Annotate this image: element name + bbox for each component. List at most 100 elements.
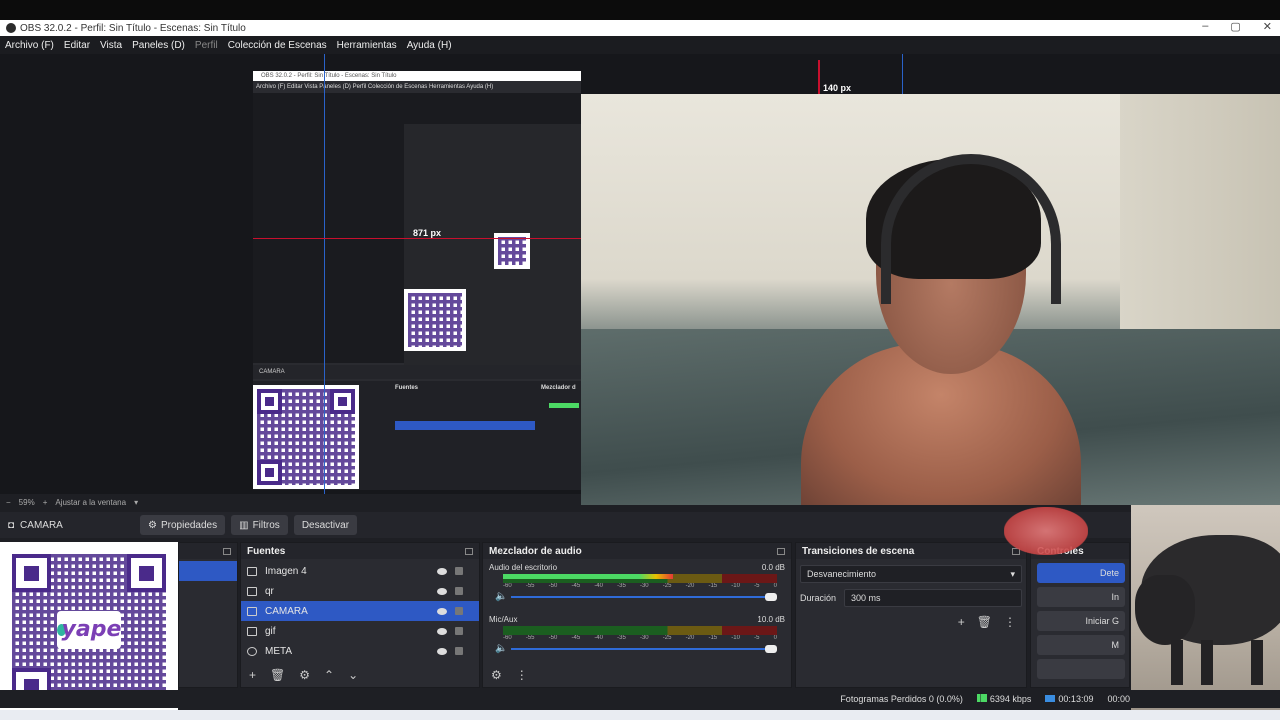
- lock-icon[interactable]: [455, 627, 463, 635]
- meter-tick: -10: [731, 635, 740, 641]
- settings-button[interactable]: [1037, 659, 1125, 679]
- dock-popout-icon[interactable]: [777, 547, 785, 555]
- nested-qr: [253, 385, 359, 489]
- deactivate-label: Desactivar: [301, 519, 350, 531]
- controls-dock: Controles Dete In Iniciar G M: [1030, 542, 1130, 688]
- window-title: OBS 32.0.2 - Perfil: Sin Título - Escena…: [20, 22, 246, 34]
- menu-bar: Archivo (F) Editar Vista Paneles (D) Per…: [0, 36, 1280, 54]
- more-icon[interactable]: ⋮: [1004, 615, 1016, 629]
- zoom-in-icon[interactable]: +: [43, 498, 48, 507]
- studio-mode-button[interactable]: M: [1037, 635, 1125, 655]
- speaker-icon[interactable]: 🔈: [495, 643, 507, 654]
- volume-slider[interactable]: 🔈: [495, 591, 777, 602]
- start-virtual-camera-button[interactable]: Iniciar G: [1037, 611, 1125, 631]
- nested-fuentes-title: Fuentes: [395, 385, 419, 391]
- menu-ayuda[interactable]: Ayuda (H): [407, 40, 452, 51]
- trash-icon[interactable]: 🗑: [270, 668, 285, 682]
- eye-icon[interactable]: [437, 607, 447, 615]
- eye-icon[interactable]: [437, 587, 447, 595]
- transition-select[interactable]: Desvanecimiento ▾: [800, 565, 1022, 583]
- source-toolbar: ◘ CAMARA ⚙ Propiedades ▥ Filtros Desacti…: [0, 512, 1280, 538]
- gear-icon[interactable]: ⚙: [491, 668, 502, 682]
- nested-source-bar: CAMARA: [253, 365, 581, 379]
- source-item[interactable]: Imagen 4: [241, 561, 479, 581]
- menu-perfil[interactable]: Perfil: [195, 40, 218, 51]
- menu-archivo[interactable]: Archivo (F): [5, 40, 54, 51]
- meter-tick: -5: [754, 635, 760, 641]
- chevron-up-icon[interactable]: ⌃: [324, 668, 334, 682]
- properties-button[interactable]: ⚙ Propiedades: [140, 515, 226, 535]
- gear-icon: ⚙: [148, 519, 157, 531]
- eye-icon[interactable]: [437, 567, 447, 575]
- screen-top: [0, 0, 1280, 20]
- duration-label: Duración: [800, 593, 837, 603]
- meter-tick: -35: [617, 583, 626, 589]
- lock-icon[interactable]: [455, 567, 463, 575]
- lock-icon[interactable]: [455, 587, 463, 595]
- menu-vista[interactable]: Vista: [100, 40, 122, 51]
- source-item[interactable]: gif: [241, 621, 479, 641]
- browser-icon: [247, 646, 257, 656]
- yape-logo: yape: [56, 610, 122, 650]
- camera-icon: [247, 606, 257, 616]
- meter-tick: -45: [571, 583, 581, 589]
- volume-slider[interactable]: 🔈: [495, 643, 777, 654]
- gear-icon[interactable]: ⚙: [299, 668, 310, 682]
- minimize-icon[interactable]: –: [1202, 20, 1208, 33]
- transitions-dock: Transiciones de escena Desvanecimiento ▾…: [795, 542, 1027, 688]
- chevron-down-icon[interactable]: ⌄: [348, 668, 358, 682]
- taskbar: [0, 710, 1280, 720]
- maximize-icon[interactable]: ▢: [1230, 20, 1240, 33]
- meter-tick: -15: [708, 583, 718, 589]
- chevron-down-icon[interactable]: ▾: [134, 498, 138, 507]
- guide-left-label: 871 px: [413, 228, 442, 238]
- transition-value: Desvanecimiento: [807, 569, 877, 579]
- meter-tick: -55: [525, 635, 535, 641]
- duration-input[interactable]: 300 ms: [844, 589, 1022, 607]
- lock-icon[interactable]: [455, 647, 463, 655]
- channel-name: Mic/Aux: [489, 615, 518, 624]
- sources-title: Fuentes: [247, 545, 286, 557]
- meter-tick: -55: [525, 583, 535, 589]
- zoom-out-icon[interactable]: −: [6, 498, 11, 507]
- meter-tick: -20: [685, 583, 695, 589]
- eye-icon[interactable]: [437, 647, 447, 655]
- dock-popout-icon[interactable]: [465, 547, 473, 555]
- nested-camera-label: CAMARA: [259, 369, 285, 375]
- source-item[interactable]: CAMARA: [241, 601, 479, 621]
- meter-tick: -30: [639, 635, 649, 641]
- stream-time: 00:13:09: [1058, 694, 1094, 704]
- add-icon[interactable]: +: [249, 668, 256, 682]
- close-icon[interactable]: ✕: [1263, 20, 1272, 33]
- trash-icon[interactable]: 🗑: [977, 615, 992, 629]
- chevron-down-icon: ▾: [1010, 568, 1015, 579]
- guide-vertical-left: [324, 54, 325, 494]
- speaker-icon[interactable]: 🔈: [495, 591, 507, 602]
- start-recording-button[interactable]: In: [1037, 587, 1125, 607]
- streamer-figure: [781, 154, 1091, 505]
- more-icon[interactable]: ⋮: [516, 668, 528, 682]
- deactivate-button[interactable]: Desactivar: [293, 515, 358, 535]
- lock-icon[interactable]: [455, 607, 463, 615]
- bitrate: 6394 kbps: [989, 694, 1032, 704]
- scene-selected[interactable]: [179, 561, 237, 581]
- meter-tick: -40: [594, 583, 603, 589]
- stop-stream-button[interactable]: Dete: [1037, 563, 1125, 583]
- source-item[interactable]: qr: [241, 581, 479, 601]
- fit-window[interactable]: Ajustar a la ventana: [55, 498, 126, 507]
- source-item[interactable]: META: [241, 641, 479, 661]
- nested-qr-small: [404, 289, 466, 351]
- filters-button[interactable]: ▥ Filtros: [231, 515, 288, 535]
- menu-herramientas[interactable]: Herramientas: [337, 40, 397, 51]
- nested-menu: Archivo (F) Editar Vista Paneles (D) Per…: [256, 84, 494, 90]
- qr-overlay: yape: [0, 542, 178, 712]
- menu-coleccion[interactable]: Colección de Escenas: [228, 40, 327, 51]
- add-icon[interactable]: +: [958, 615, 965, 629]
- menu-editar[interactable]: Editar: [64, 40, 90, 51]
- menu-paneles[interactable]: Paneles (D): [132, 40, 185, 51]
- channel-name: Audio del escritorio: [489, 563, 558, 572]
- meter-tick: -20: [685, 635, 695, 641]
- mixer-channel: Audio del escritorio 0.0 dB -60 -55 -50 -45…: [483, 559, 791, 611]
- eye-icon[interactable]: [437, 627, 447, 635]
- dock-popout-icon[interactable]: [223, 547, 231, 555]
